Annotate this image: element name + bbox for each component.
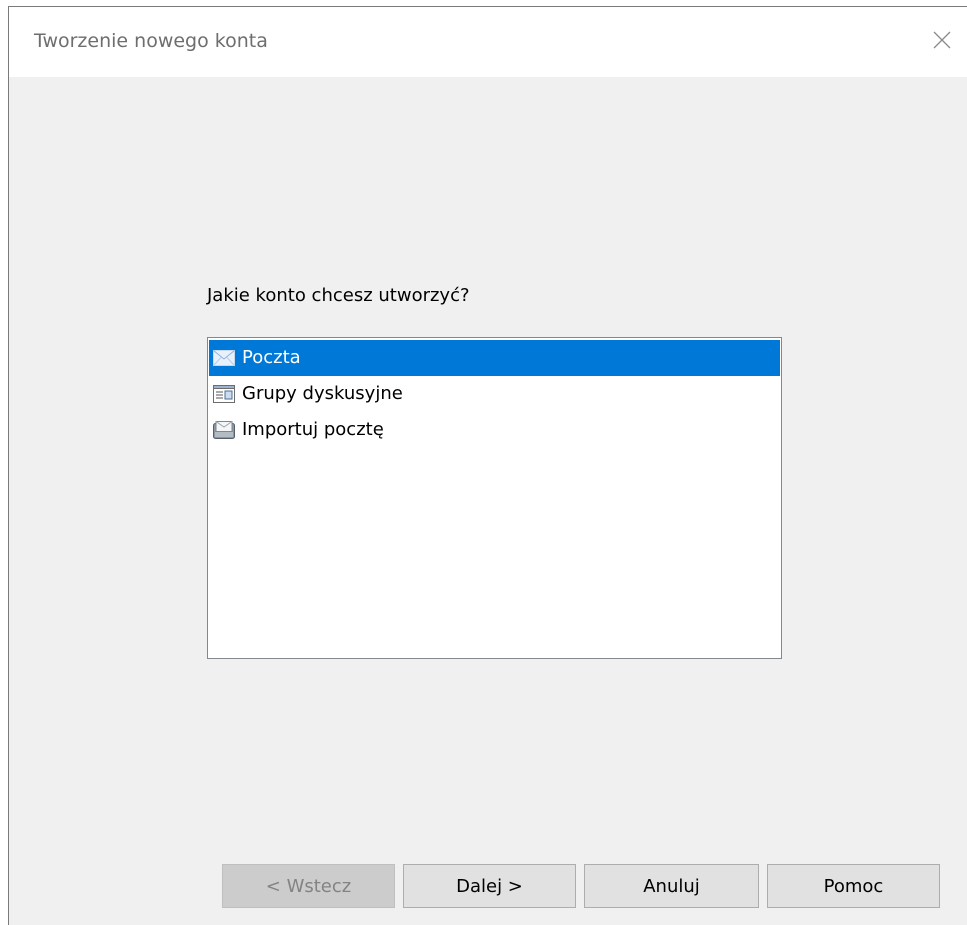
list-item-label: Importuj pocztę — [242, 419, 384, 440]
list-item-label: Poczta — [242, 347, 301, 368]
close-button[interactable] — [923, 21, 961, 59]
list-item-label: Grupy dyskusyjne — [242, 383, 403, 404]
dialog-title: Tworzenie nowego konta — [34, 30, 268, 52]
close-icon — [933, 31, 951, 49]
list-item-import-mail[interactable]: Importuj pocztę — [209, 412, 780, 448]
dialog-button-row: < Wstecz Dalej > Anuluj Pomoc — [222, 864, 940, 908]
list-item-mail[interactable]: Poczta — [209, 340, 780, 376]
back-button[interactable]: < Wstecz — [222, 864, 395, 908]
new-account-dialog: Tworzenie nowego konta Jakie konto chces… — [8, 6, 967, 925]
help-button[interactable]: Pomoc — [767, 864, 940, 908]
account-type-list[interactable]: Poczta Grupy dyskusyjne Importuj pocztę — [207, 337, 782, 659]
newsgroup-icon — [212, 384, 236, 404]
next-button[interactable]: Dalej > — [403, 864, 576, 908]
cancel-button[interactable]: Anuluj — [584, 864, 759, 908]
list-item-newsgroups[interactable]: Grupy dyskusyjne — [209, 376, 780, 412]
account-type-prompt: Jakie konto chcesz utworzyć? — [207, 285, 470, 306]
import-mail-icon — [212, 420, 236, 440]
title-bar: Tworzenie nowego konta — [9, 7, 967, 77]
mail-icon — [212, 348, 236, 368]
